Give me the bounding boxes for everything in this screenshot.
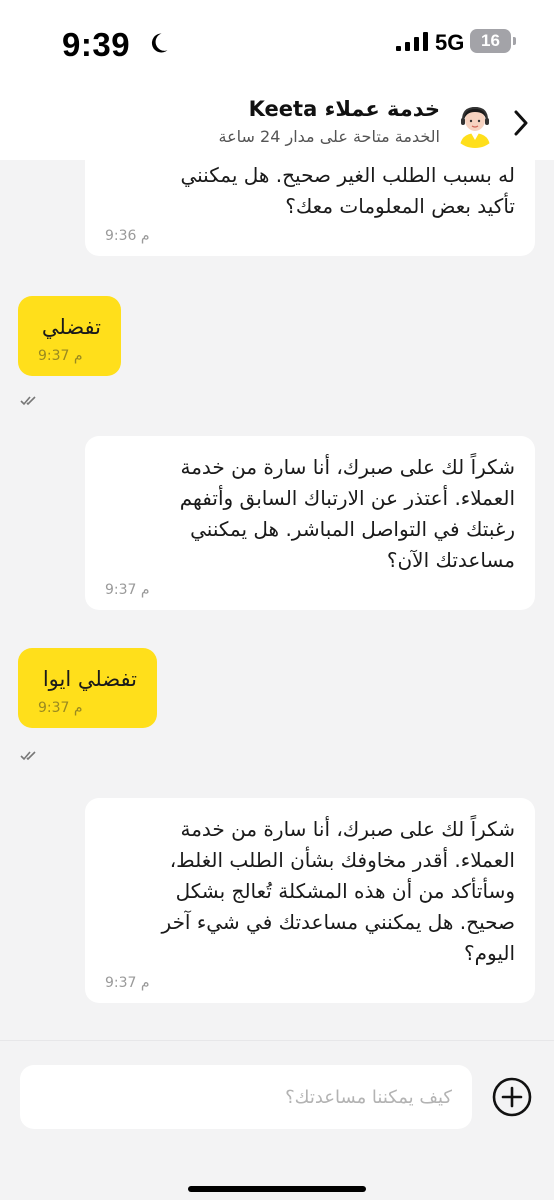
network-type: 5G [435, 30, 465, 55]
moon-icon [151, 33, 168, 53]
agent-message: له بسبب الطلب الغير صحيح. هل يمكنني تأكي… [85, 160, 535, 256]
chevron-right-icon [514, 110, 528, 136]
message-time: 9:37 م [38, 348, 83, 364]
header-text: خدمة عملاء Keeta الخدمة متاحة على مدار 2… [100, 94, 440, 150]
chat-messages[interactable]: له بسبب الطلب الغير صحيح. هل يمكنني تأكي… [0, 160, 554, 1040]
user-message: تفضلي 9:37 م [18, 296, 121, 376]
agent-message: شكراً لك على صبرك، أنا سارة من خدمة العم… [85, 436, 535, 610]
status-bar: 9:39 5G 16 [0, 0, 554, 86]
message-time: 9:36 م [105, 228, 150, 244]
agent-message: شكراً لك على صبرك، أنا سارة من خدمة العم… [85, 798, 535, 1003]
message-text: شكراً لك على صبرك، أنا سارة من خدمة العم… [161, 817, 515, 965]
input-bar [0, 1040, 554, 1200]
battery-nub [513, 37, 516, 45]
message-input[interactable] [20, 1065, 472, 1129]
message-text: شكراً لك على صبرك، أنا سارة من خدمة العم… [179, 455, 515, 572]
message-time: 9:37 م [105, 975, 150, 991]
message-text: تفضلي [41, 315, 101, 339]
plus-circle-icon [492, 1077, 532, 1117]
double-check-icon [20, 396, 36, 406]
user-message: تفضلي ايوا 9:37 م [18, 648, 157, 728]
add-attachment-button[interactable] [491, 1076, 533, 1118]
double-check-icon [20, 751, 36, 761]
chat-subtitle: الخدمة متاحة على مدار 24 ساعة [218, 127, 440, 146]
support-agent-avatar-icon [450, 98, 500, 148]
message-text: تفضلي ايوا [42, 667, 137, 691]
chat-header: خدمة عملاء Keeta الخدمة متاحة على مدار 2… [0, 86, 554, 160]
chat-title: خدمة عملاء Keeta [248, 97, 440, 121]
avatar [450, 98, 500, 148]
signal-icon [396, 32, 428, 51]
message-time: 9:37 م [105, 582, 150, 598]
message-time: 9:37 م [38, 700, 83, 716]
back-button[interactable] [506, 108, 536, 138]
battery-icon: 16 [470, 29, 516, 53]
message-text: له بسبب الطلب الغير صحيح. هل يمكنني تأكي… [180, 163, 515, 218]
status-time: 9:39 [62, 26, 131, 63]
battery-level: 16 [470, 29, 511, 53]
home-indicator [188, 1186, 366, 1192]
